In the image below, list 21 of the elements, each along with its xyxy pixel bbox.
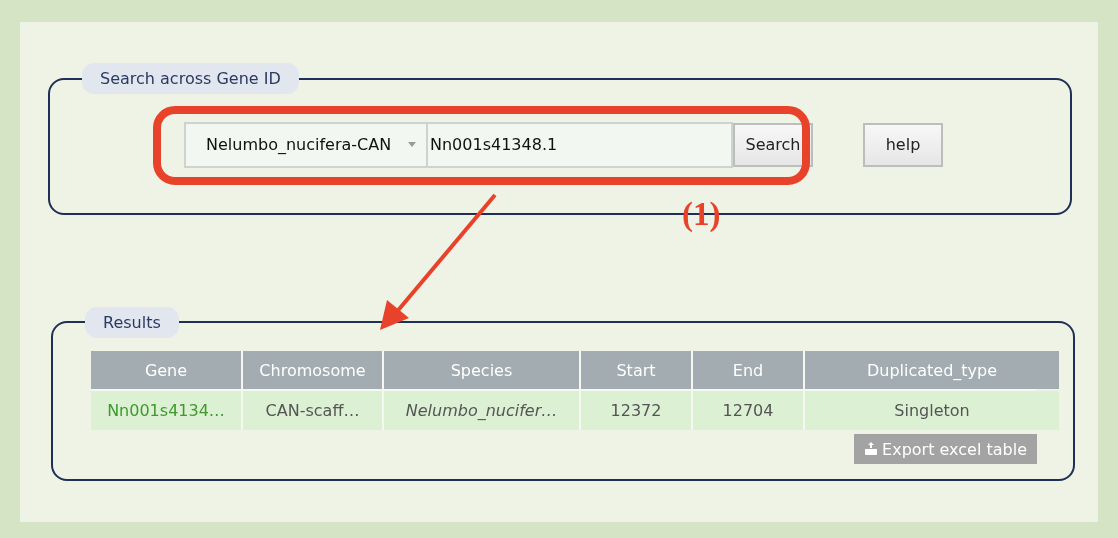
table-cell: 12372 [581,391,691,431]
table-cell: 12704 [693,391,803,431]
table-cell: Nelumbo_nucifer… [384,391,579,431]
table-cell: Singleton [805,391,1059,431]
gene-link[interactable]: Nn001s4134… [91,391,241,431]
search-button[interactable]: Search [733,122,813,167]
caret-icon [408,142,416,148]
gene-id-field[interactable]: Nn001s41348.1 [428,121,733,168]
export-button[interactable]: Export excel table [854,434,1037,465]
species-select[interactable]: Nelumbo_nucifera-CAN [184,121,428,168]
table-cell: CAN-scaff… [243,391,382,431]
panel-legend: Search across Gene ID [82,63,299,94]
column-header[interactable]: Chromosome [243,351,382,390]
column-header[interactable]: Species [384,351,579,390]
column-header[interactable]: Start [581,351,691,390]
column-header[interactable]: End [693,351,803,390]
help-button[interactable]: help [863,122,943,167]
column-header[interactable]: Duplicated_type [805,351,1059,390]
export-icon [864,442,879,457]
column-header[interactable]: Gene [91,351,241,390]
panel-legend: Results [85,306,179,338]
